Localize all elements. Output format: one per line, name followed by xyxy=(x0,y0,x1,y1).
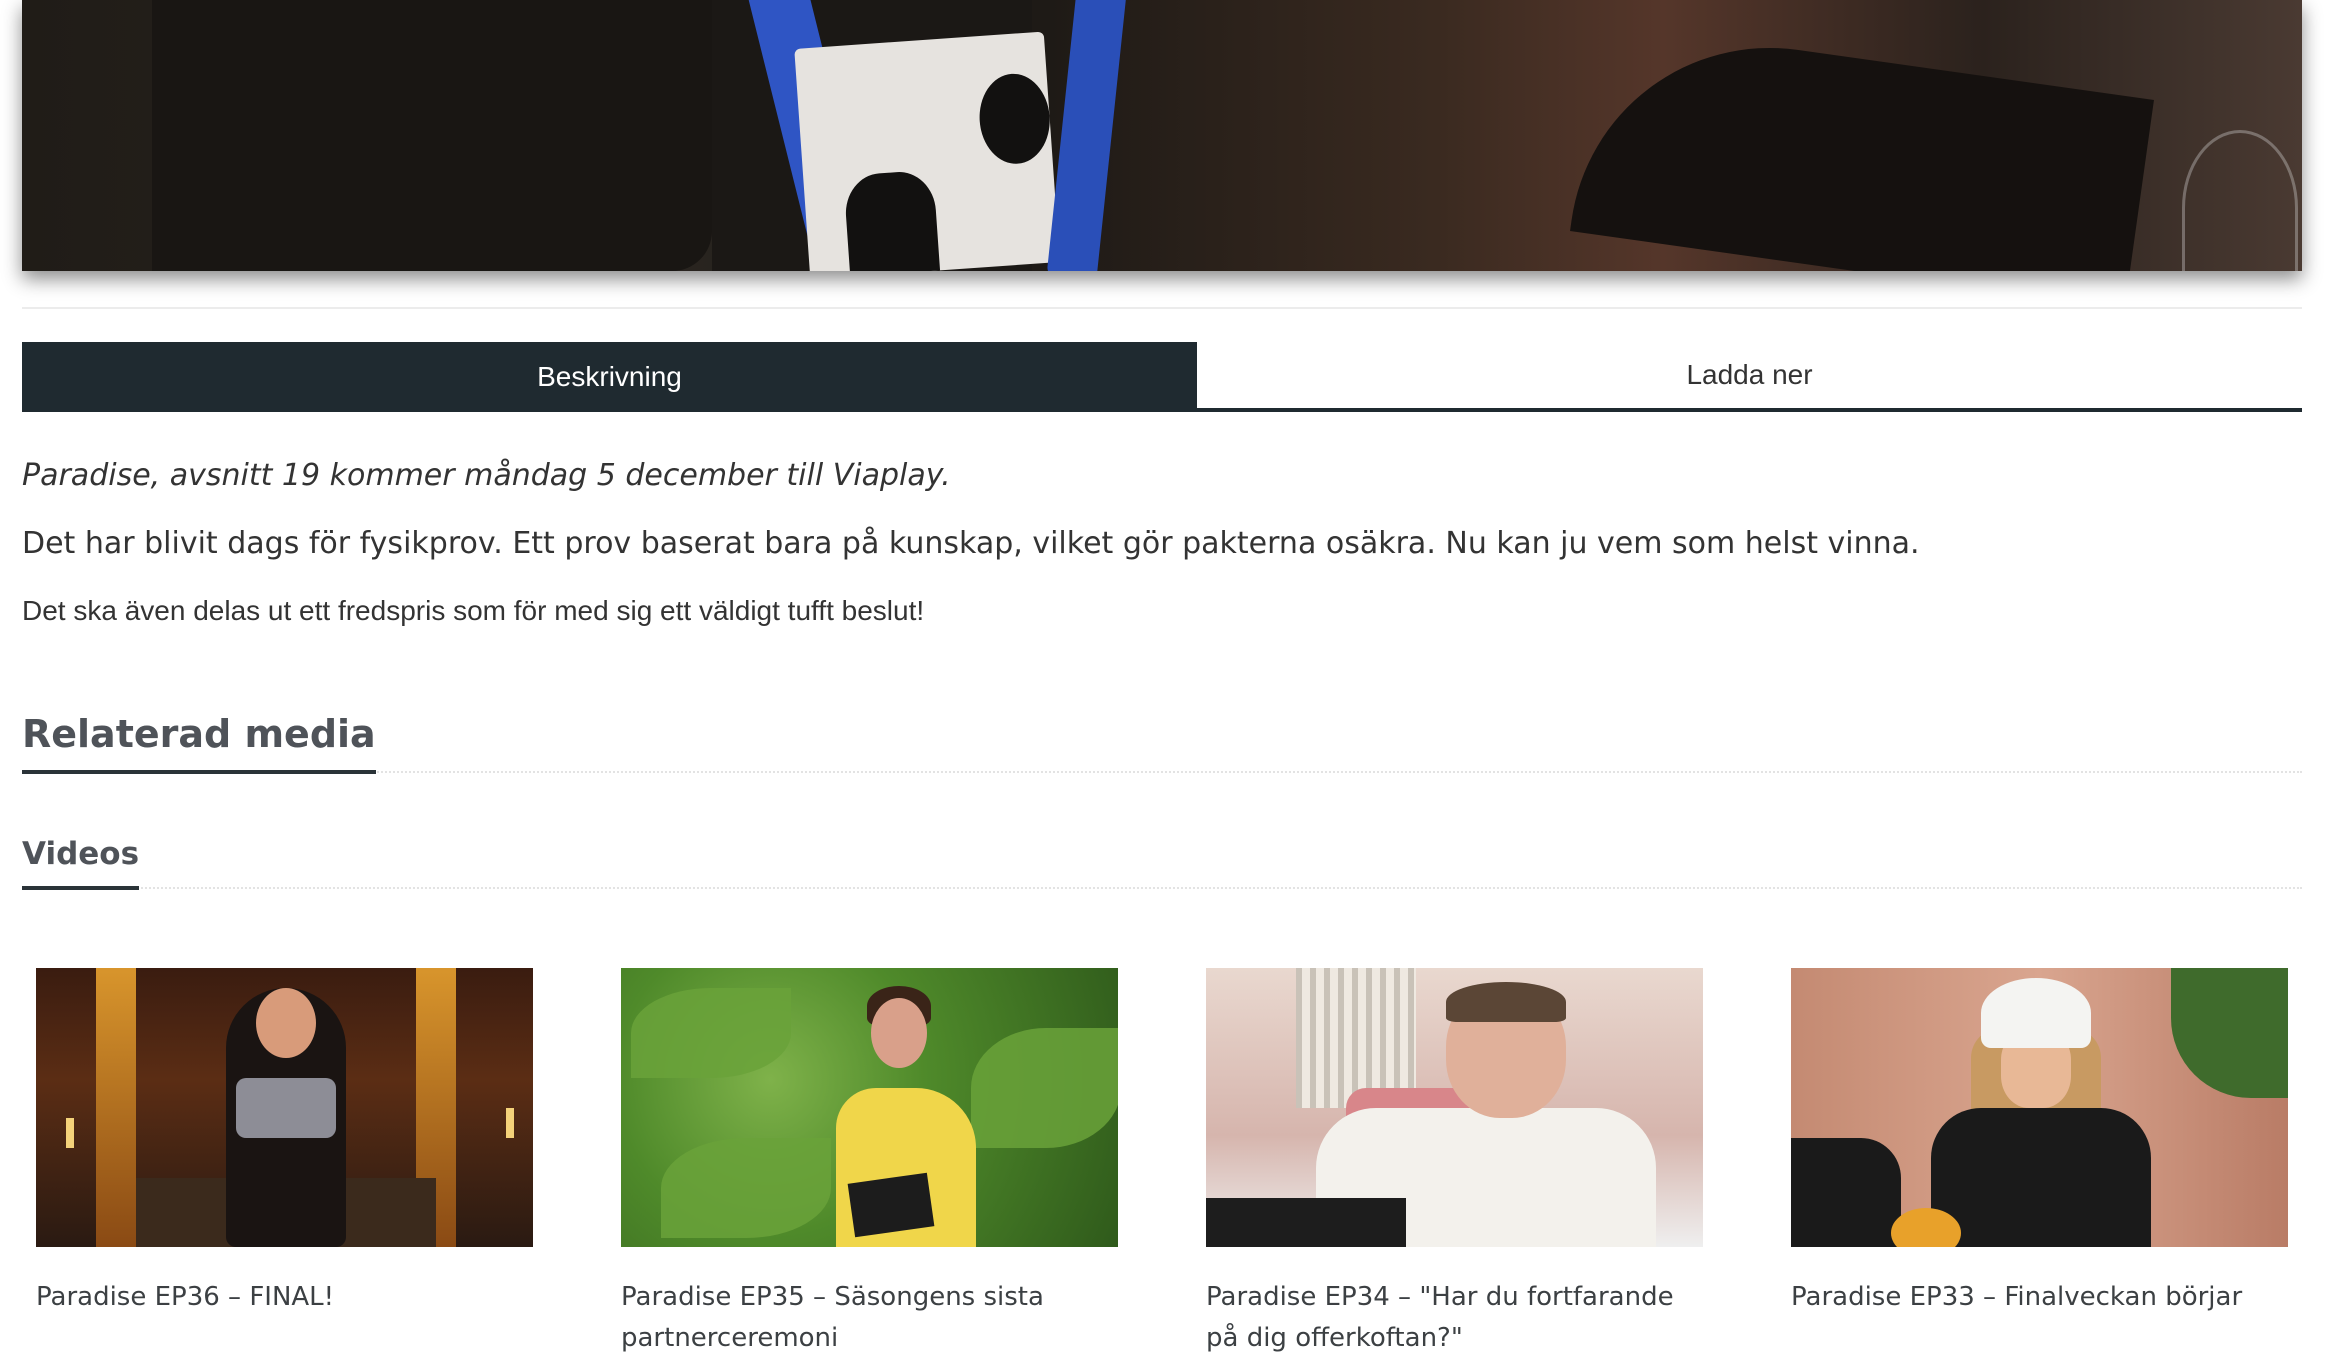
related-media-heading: Relaterad media xyxy=(22,712,376,774)
video-card[interactable]: Paradise EP34 – "Har du fortfarande på d… xyxy=(1206,968,1703,1356)
related-media-section: Relaterad media xyxy=(22,712,2302,774)
episode-hero-image xyxy=(22,0,2302,271)
video-card[interactable]: Paradise EP35 – Säsongens sista partnerc… xyxy=(621,968,1118,1356)
divider xyxy=(22,307,2302,309)
episode-description: Paradise, avsnitt 19 kommer måndag 5 dec… xyxy=(22,452,2302,634)
video-title[interactable]: Paradise EP36 – FINAL! xyxy=(36,1277,533,1318)
air-date-note: Paradise, avsnitt 19 kommer måndag 5 dec… xyxy=(22,458,951,493)
video-card[interactable]: Paradise EP33 – Finalveckan börjar xyxy=(1791,968,2288,1318)
video-card[interactable]: Paradise EP36 – FINAL! xyxy=(36,968,533,1318)
videos-heading: Videos xyxy=(22,836,140,890)
video-title[interactable]: Paradise EP33 – Finalveckan börjar xyxy=(1791,1277,2288,1318)
description-paragraph: Det ska även delas ut ett fredspris som … xyxy=(22,595,925,626)
tab-download[interactable]: Ladda ner xyxy=(1197,342,2302,412)
video-thumbnail[interactable] xyxy=(621,968,1118,1247)
tab-description[interactable]: Beskrivning xyxy=(22,342,1197,412)
videos-section: Videos xyxy=(22,836,2302,890)
video-thumbnail[interactable] xyxy=(1206,968,1703,1247)
tab-description-label: Beskrivning xyxy=(537,361,682,392)
video-title[interactable]: Paradise EP34 – "Har du fortfarande på d… xyxy=(1206,1277,1703,1356)
video-thumbnail[interactable] xyxy=(36,968,533,1247)
video-title[interactable]: Paradise EP35 – Säsongens sista partnerc… xyxy=(621,1277,1118,1356)
tab-download-label: Ladda ner xyxy=(1686,359,1813,390)
episode-page: Beskrivning Ladda ner Paradise, avsnitt … xyxy=(0,0,2330,1356)
description-paragraph: Det har blivit dags för fysikprov. Ett p… xyxy=(22,526,1920,561)
video-thumbnail[interactable] xyxy=(1791,968,2288,1247)
content-tabs: Beskrivning Ladda ner xyxy=(22,342,2302,412)
